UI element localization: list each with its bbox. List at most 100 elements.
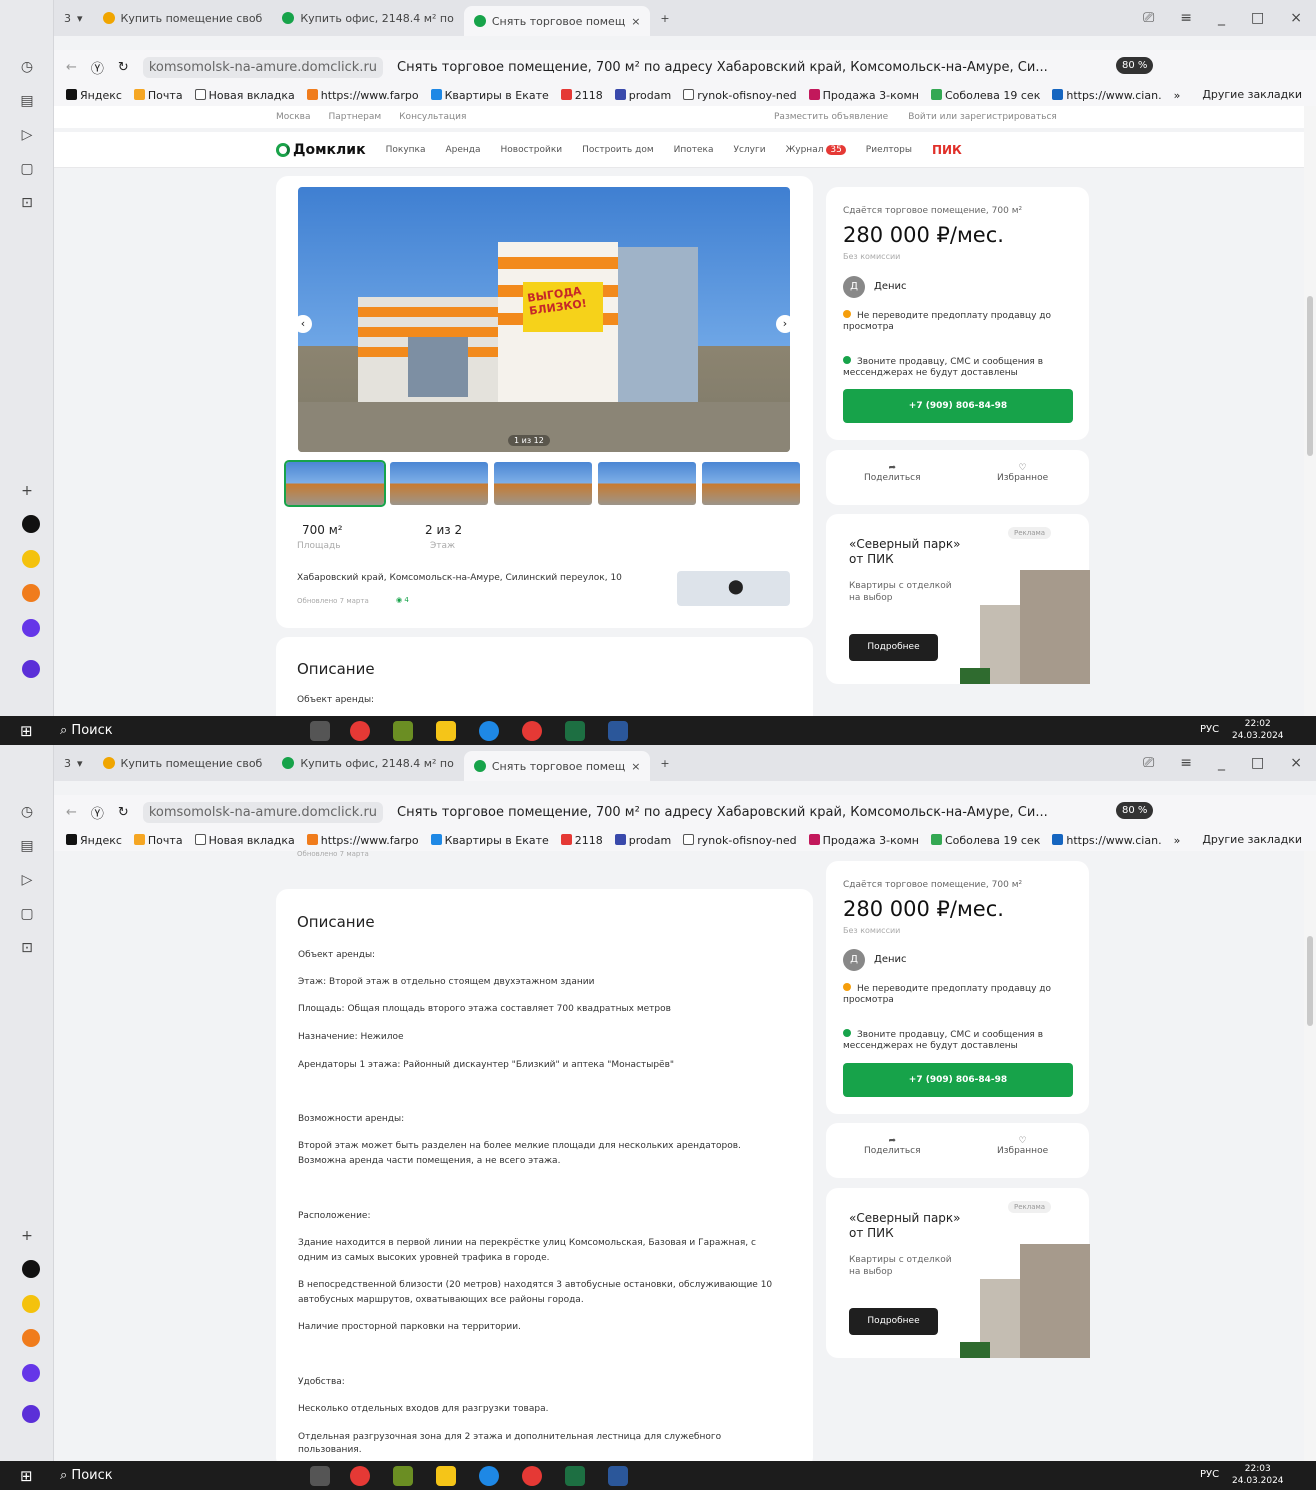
bookmark[interactable]: https://www.farpo <box>306 88 419 102</box>
tab-1[interactable]: Купить помещение своб <box>93 5 273 31</box>
share-button[interactable]: ➦ Поделиться <box>864 463 921 483</box>
bookmark[interactable]: https://www.cian. <box>1052 88 1162 102</box>
word-icon[interactable] <box>608 721 628 741</box>
bookmark[interactable]: rynok-ofisnoy-ned <box>683 833 797 847</box>
bookmark[interactable]: Продажа 3-комн <box>808 88 919 102</box>
play-icon[interactable]: ▷ <box>16 869 38 891</box>
history-icon[interactable]: ◷ <box>16 56 38 78</box>
url-field[interactable]: komsomolsk-na-amure.domclick.ru <box>142 56 384 78</box>
post-ad-link[interactable]: Разместить объявление <box>774 112 888 122</box>
yandex-browser-icon[interactable] <box>350 1466 370 1486</box>
page-scrollbar[interactable] <box>1304 851 1316 1461</box>
scrollbar-thumb[interactable] <box>1307 296 1313 456</box>
minimize-icon[interactable]: _ <box>1218 10 1225 26</box>
bookmark[interactable]: 2118 <box>560 88 603 102</box>
scrollbar-thumb[interactable] <box>1307 936 1313 1026</box>
nav-build[interactable]: Построить дом <box>582 145 653 155</box>
add-panel-icon[interactable]: + <box>16 1225 38 1247</box>
taskbar-search[interactable]: ⌕ Поиск <box>60 723 113 738</box>
app-taskbar-icon[interactable] <box>393 1466 413 1486</box>
bookmark[interactable]: https://www.cian. <box>1052 833 1162 847</box>
thumbnail[interactable] <box>284 460 386 507</box>
tabs-counter-icon[interactable]: ▢ <box>16 903 38 925</box>
phone-button[interactable]: +7 (909) 806-84-98 <box>843 389 1073 423</box>
collections-icon[interactable]: ▤ <box>16 90 38 112</box>
clock[interactable]: 22:03 24.03.2024 <box>1232 1463 1284 1487</box>
listing-photo[interactable]: ВЫГОДА БЛИЗКО! ‹ › 1 из 12 <box>298 187 790 452</box>
bookmark[interactable]: Продажа 3-комн <box>808 833 919 847</box>
bookmark-manager-icon[interactable]: ⎚ <box>1143 10 1154 26</box>
tab-counter[interactable]: 3 ▾ <box>54 5 93 31</box>
yandex-icon[interactable] <box>522 721 542 741</box>
map-preview[interactable]: ⬤ <box>677 571 790 606</box>
bookmarks-more[interactable]: » <box>1174 89 1181 102</box>
other-bookmarks[interactable]: Другие закладки <box>1202 88 1302 101</box>
ad-label[interactable]: Реклама <box>1008 1201 1052 1213</box>
bookmarks-more[interactable]: » <box>1174 834 1181 847</box>
tabs-counter-icon[interactable]: ▢ <box>16 158 38 180</box>
bookmark[interactable]: Квартиры в Екате <box>430 833 549 847</box>
play-icon[interactable]: ▷ <box>16 124 38 146</box>
nav-realtors[interactable]: Риелторы <box>866 145 912 155</box>
url-field[interactable]: komsomolsk-na-amure.domclick.ru <box>142 801 384 823</box>
bookmark[interactable]: Почта <box>133 833 183 847</box>
page-scrollbar[interactable] <box>1304 106 1316 716</box>
ad-more-button[interactable]: Подробнее <box>849 1308 938 1335</box>
bookmark[interactable]: Яндекс <box>66 88 122 102</box>
bookmark[interactable]: Почта <box>133 88 183 102</box>
yandex-icon[interactable]: Ⓨ <box>91 803 104 822</box>
partners-link[interactable]: Партнерам <box>328 112 381 122</box>
tab-1[interactable]: Купить помещение своб <box>93 750 273 776</box>
favorite-button[interactable]: ♡ Избранное <box>997 463 1048 483</box>
nav-buy[interactable]: Покупка <box>386 145 426 155</box>
edge-icon[interactable] <box>479 721 499 741</box>
bookmark[interactable]: prodam <box>614 833 671 847</box>
nav-mortgage[interactable]: Ипотека <box>674 145 714 155</box>
file-explorer-icon[interactable] <box>436 1466 456 1486</box>
app-icon-1[interactable] <box>22 515 40 533</box>
tab-3-active[interactable]: Снять торговое помещ × <box>463 6 651 36</box>
excel-icon[interactable] <box>565 721 585 741</box>
downloads-icon[interactable]: ⊡ <box>16 937 38 959</box>
thumbnail[interactable] <box>494 462 592 505</box>
bookmark[interactable]: https://www.farpo <box>306 833 419 847</box>
nav-services[interactable]: Услуги <box>733 145 765 155</box>
edge-icon[interactable] <box>479 1466 499 1486</box>
share-button[interactable]: ➦ Поделиться <box>864 1136 921 1156</box>
maximize-icon[interactable]: □ <box>1251 10 1264 26</box>
app-icon-3[interactable] <box>22 1329 40 1347</box>
yandex-icon[interactable]: Ⓨ <box>91 58 104 77</box>
bookmark[interactable]: Новая вкладка <box>194 88 295 102</box>
close-icon[interactable]: × <box>1290 755 1302 771</box>
bookmark[interactable]: Квартиры в Екате <box>430 88 549 102</box>
bookmark[interactable]: Соболева 19 сек <box>930 88 1040 102</box>
yandex-browser-icon[interactable] <box>350 721 370 741</box>
yandex-icon[interactable] <box>522 1466 542 1486</box>
maximize-icon[interactable]: □ <box>1251 755 1264 771</box>
excel-icon[interactable] <box>565 1466 585 1486</box>
tab-2[interactable]: Купить офис, 2148.4 м² по <box>272 750 463 776</box>
thumbnail[interactable] <box>598 462 696 505</box>
reload-icon[interactable]: ↻ <box>118 60 129 75</box>
nav-journal[interactable]: Журнал 35 <box>786 144 846 155</box>
close-icon[interactable]: × <box>1290 10 1302 26</box>
thumbnail[interactable] <box>390 462 488 505</box>
ad-label[interactable]: Реклама <box>1008 527 1052 539</box>
task-view-icon[interactable] <box>310 1466 330 1486</box>
thumbnail[interactable] <box>702 462 800 505</box>
new-tab-button[interactable]: + <box>650 5 679 31</box>
clock[interactable]: 22:02 24.03.2024 <box>1232 718 1284 742</box>
bookmark[interactable]: Новая вкладка <box>194 833 295 847</box>
tab-2[interactable]: Купить офис, 2148.4 м² по <box>272 5 463 31</box>
seller-name[interactable]: Денис <box>874 281 907 292</box>
app-icon-2[interactable] <box>22 550 40 568</box>
seller-name[interactable]: Денис <box>874 954 907 965</box>
app-icon-4[interactable] <box>22 619 40 637</box>
nav-new[interactable]: Новостройки <box>501 145 563 155</box>
bookmark-manager-icon[interactable]: ⎚ <box>1143 755 1154 771</box>
nav-rent[interactable]: Аренда <box>445 145 480 155</box>
bookmark[interactable]: rynok-ofisnoy-ned <box>683 88 797 102</box>
pik-link[interactable]: ПИК <box>932 143 962 157</box>
reload-icon[interactable]: ↻ <box>118 805 129 820</box>
menu-icon[interactable]: ≡ <box>1180 10 1192 26</box>
